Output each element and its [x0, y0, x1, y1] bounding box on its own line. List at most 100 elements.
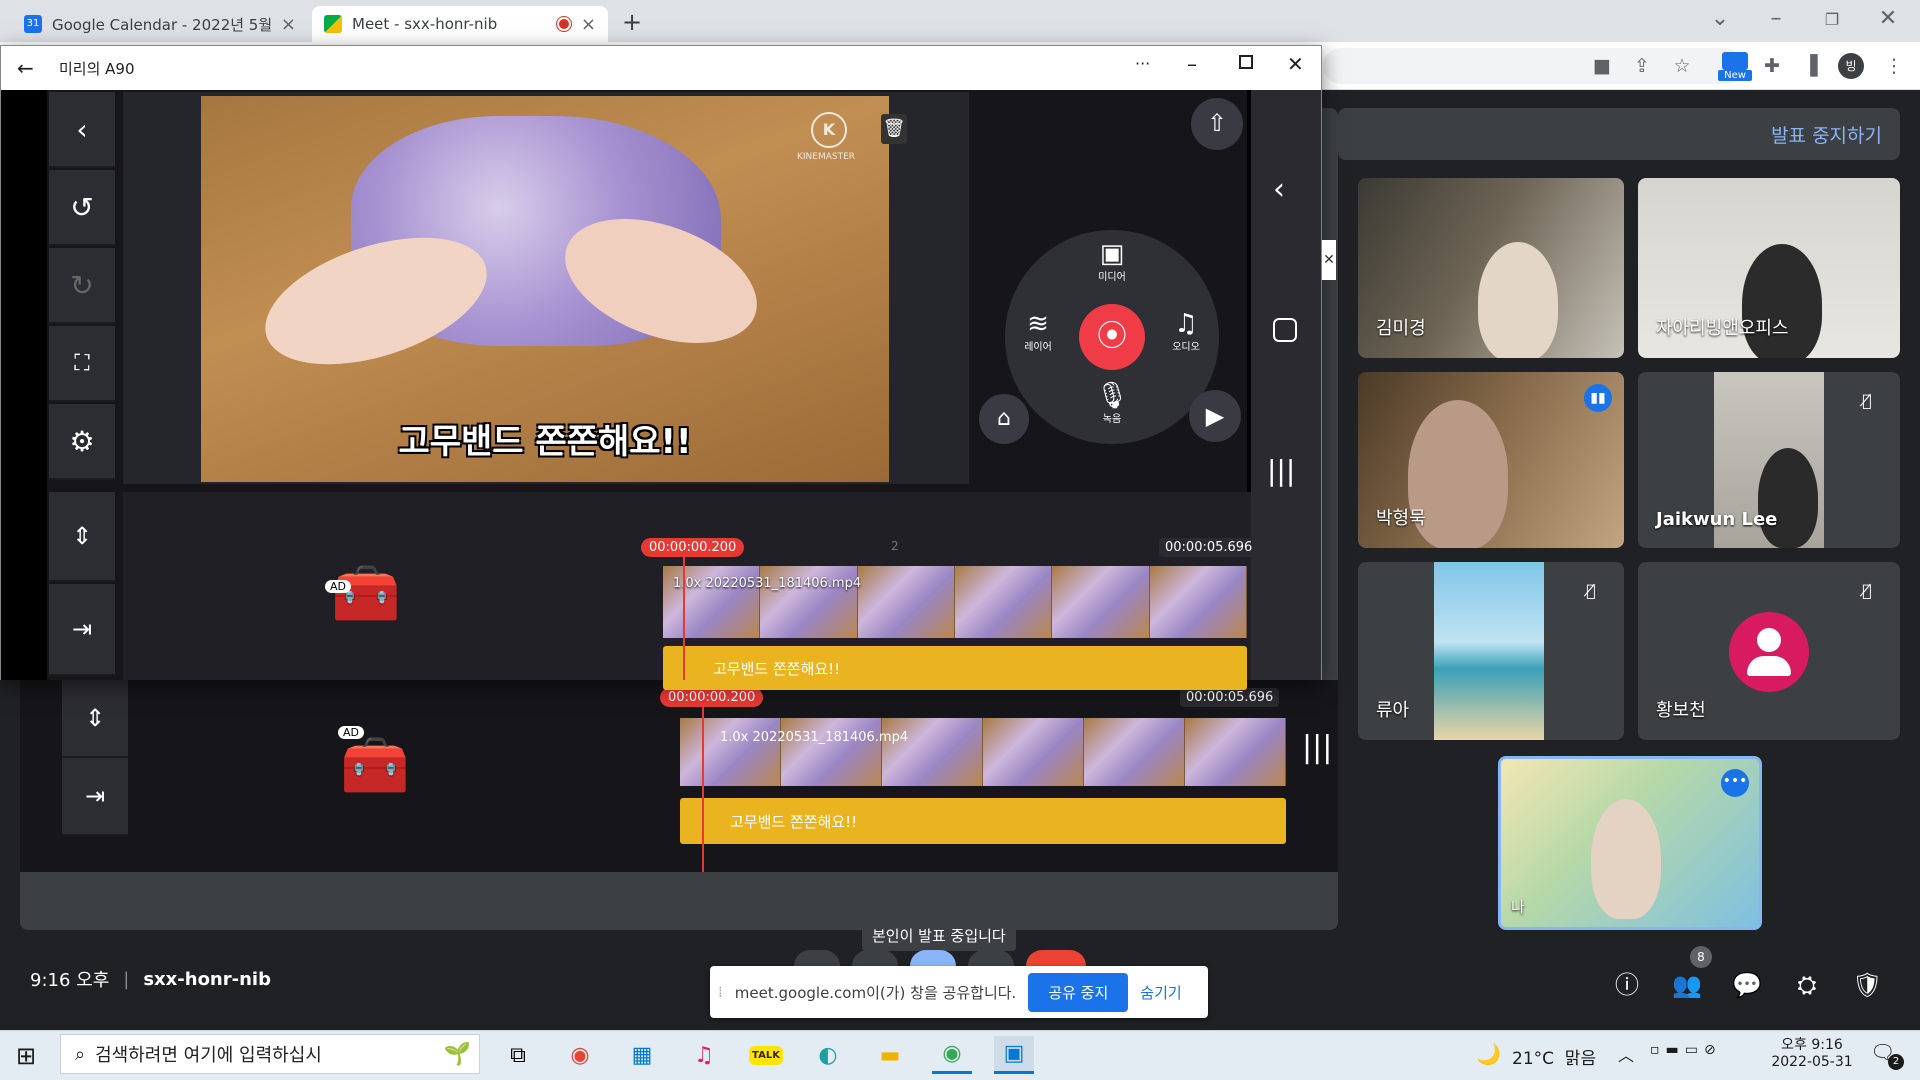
kakaotalk-icon[interactable]: TALK [746, 1036, 786, 1074]
chat-icon[interactable]: 💬 [1732, 970, 1762, 1000]
tab-search-icon[interactable]: ⌄ [1700, 6, 1740, 31]
playhead-line[interactable] [683, 550, 685, 680]
video-preview: 고무밴드 쫀쫀해요!! K KINEMASTER [201, 96, 889, 482]
activities-icon[interactable]: ⛭ [1792, 970, 1822, 1000]
chrome-active-icon[interactable]: ◉ [932, 1036, 972, 1074]
drag-handle-icon[interactable]: ⁞ [718, 983, 723, 1001]
video-clip-track [680, 718, 1286, 786]
jump-end-icon[interactable]: ⇥ [49, 584, 115, 676]
media-circle-menu: ⦿ ▣ 미디어 ≋ 레이어 ♫ 오디오 🎙 녹음 [1005, 230, 1219, 444]
weather-text[interactable]: 21°C 맑음 [1512, 1044, 1596, 1069]
window-menu-icon[interactable]: ··· [1135, 54, 1150, 73]
ruler-tick: 2 [891, 539, 899, 553]
close-icon[interactable]: × [281, 14, 296, 35]
new-tab-icon[interactable]: + [622, 8, 642, 36]
nav-home-icon[interactable] [1273, 318, 1297, 342]
windows-start-icon[interactable]: ⊞ [16, 1042, 36, 1070]
taskbar-search-box[interactable]: ⌕ 검색하려면 여기에 입력하십시 🌱 [60, 1034, 480, 1074]
participant-tile[interactable]: 🎙̸ Jaikwun Lee [1638, 372, 1900, 548]
tab-meet[interactable]: Meet - sxx-honr-nib × [312, 6, 608, 42]
treasure-chest-ad-image: 🧰 [340, 733, 410, 798]
close-icon[interactable]: ✕ [1287, 52, 1304, 76]
extensions-puzzle-icon[interactable]: ✚ [1760, 54, 1784, 78]
minimize-icon[interactable]: – [1756, 6, 1796, 31]
kinemaster-app: ‹ ↺ ↻ ⛶ ⚙ ⇕ ⇥ 고무밴드 쫀쫀해요!! K KINEMASTER 🗑… [1, 90, 1321, 690]
speaking-indicator-icon: ▮▮ [1584, 384, 1612, 412]
stop-sharing-button[interactable]: 공유 중지 [1028, 972, 1129, 1012]
back-icon[interactable]: ‹ [49, 92, 115, 168]
clip-label: 1.0x 20220531_181406.mp4 [673, 576, 862, 591]
avatar [1729, 612, 1809, 692]
capture-record-button[interactable]: ⦿ [1079, 304, 1145, 370]
android-nav-bar: ‹ ||| [1251, 90, 1321, 680]
nav-back-icon[interactable]: ‹ [1273, 172, 1285, 207]
meeting-info-icon[interactable]: ⓘ [1612, 970, 1642, 1000]
share-icon[interactable]: ⇪ [1630, 54, 1654, 78]
menu-record-button[interactable]: 🎙 녹음 [1087, 382, 1137, 425]
watermark-text: KINEMASTER [797, 152, 856, 162]
delete-watermark-icon[interactable]: 🗑 [881, 114, 907, 144]
participant-tile[interactable]: 자아리빙앤오피스 [1638, 178, 1900, 358]
tray-chevron-icon[interactable]: ︿ [1618, 1042, 1634, 1066]
minimize-icon[interactable]: – [1187, 52, 1197, 76]
participant-tile[interactable]: 🎙̸ 류아 [1358, 562, 1624, 740]
track-split-icon[interactable]: ⇕ [49, 492, 115, 582]
host-controls-icon[interactable]: 🛡 [1852, 970, 1882, 1000]
layers-icon: ≋ [1027, 309, 1049, 339]
profile-avatar[interactable]: 빙 [1838, 53, 1864, 79]
menu-audio-button[interactable]: ♫ 오디오 [1161, 310, 1211, 353]
menu-layer-button[interactable]: ≋ 레이어 [1013, 310, 1063, 353]
camera-icon[interactable]: ■ [1590, 54, 1614, 78]
treasure-chest-ad-image[interactable]: 🧰 [331, 560, 401, 626]
extension-new-icon[interactable]: New [1718, 52, 1752, 82]
mic-off-icon: 🎙̸ [1586, 581, 1596, 600]
timeline-end-time: 00:00:05.696 [1159, 538, 1259, 557]
participant-tile[interactable]: 김미경 [1358, 178, 1624, 358]
export-share-icon[interactable]: ⇧ [1191, 98, 1243, 150]
tab-title: Google Calendar - 2022년 5월 [52, 15, 271, 34]
stop-presenting-button[interactable]: 발표 중지하기 [1771, 121, 1882, 148]
menu-media-button[interactable]: ▣ 미디어 [1087, 240, 1137, 283]
microphone-icon: 🎙 [1095, 381, 1129, 411]
nav-recents-icon[interactable]: ||| [1267, 454, 1295, 487]
system-tray-icons[interactable]: ▫▬▭⊘ [1650, 1042, 1722, 1058]
bookmark-star-icon[interactable]: ☆ [1670, 54, 1694, 78]
redo-icon[interactable]: ↻ [49, 248, 115, 324]
app-window-icon[interactable]: ▣ [994, 1036, 1034, 1074]
capture-frame-icon[interactable]: ⛶ [49, 326, 115, 402]
video-caption: 고무밴드 쫀쫀해요!! [398, 422, 692, 462]
search-placeholder: 검색하려면 여기에 입력하십시 [95, 1045, 322, 1066]
participant-tile[interactable]: 🎙̸ 황보천 [1638, 562, 1900, 740]
shared-screen-echo: ⇕ ⇥ 🧰 AD 00:00:00.200 00:00:05.696 1.0x … [20, 680, 1338, 872]
chrome-icon[interactable]: ◉ [560, 1036, 600, 1074]
collapse-panel-icon[interactable]: ✕ [1322, 240, 1336, 280]
self-view-tile[interactable]: ••• 나 [1498, 756, 1762, 930]
close-window-icon[interactable]: ✕ [1868, 6, 1908, 31]
mic-off-icon: 🎙̸ [1862, 581, 1872, 600]
recording-icon [556, 17, 571, 31]
side-panel-icon[interactable]: ▐ [1798, 54, 1822, 78]
tab-google-calendar[interactable]: 31 Google Calendar - 2022년 5월 × [12, 6, 308, 42]
edge-icon[interactable]: ◐ [808, 1036, 848, 1074]
more-options-icon[interactable]: ••• [1721, 769, 1749, 797]
participant-tile[interactable]: ▮▮ 박형묵 [1358, 372, 1624, 548]
text-track[interactable]: 고무밴드 쫀쫀해요!! [663, 646, 1247, 690]
undo-icon[interactable]: ↺ [49, 170, 115, 246]
menu-kebab-icon[interactable]: ⋮ [1882, 54, 1906, 78]
people-icon[interactable]: 👥 [1672, 970, 1702, 1000]
itunes-icon[interactable]: ♫ [684, 1036, 724, 1074]
back-arrow-icon[interactable]: ← [17, 56, 34, 80]
settings-gear-icon[interactable]: ⚙ [49, 404, 115, 480]
hide-button[interactable]: 숨기기 [1140, 982, 1181, 1003]
play-button[interactable]: ▶ [1189, 390, 1241, 442]
maximize-icon[interactable] [1239, 55, 1253, 69]
store-icon[interactable]: ▦ [622, 1036, 662, 1074]
file-explorer-icon[interactable]: ▬ [870, 1036, 910, 1074]
calendar-icon: 31 [24, 15, 42, 33]
restore-icon[interactable]: ❐ [1812, 10, 1852, 29]
taskbar-clock[interactable]: 오후 9:16 2022-05-31 [1762, 1034, 1862, 1070]
asset-store-icon[interactable]: ⌂ [979, 394, 1029, 444]
task-view-icon[interactable]: ⧉ [498, 1036, 538, 1074]
close-icon[interactable]: × [581, 14, 596, 35]
presenting-notice: 본인이 발표 중입니다 [862, 920, 1016, 951]
